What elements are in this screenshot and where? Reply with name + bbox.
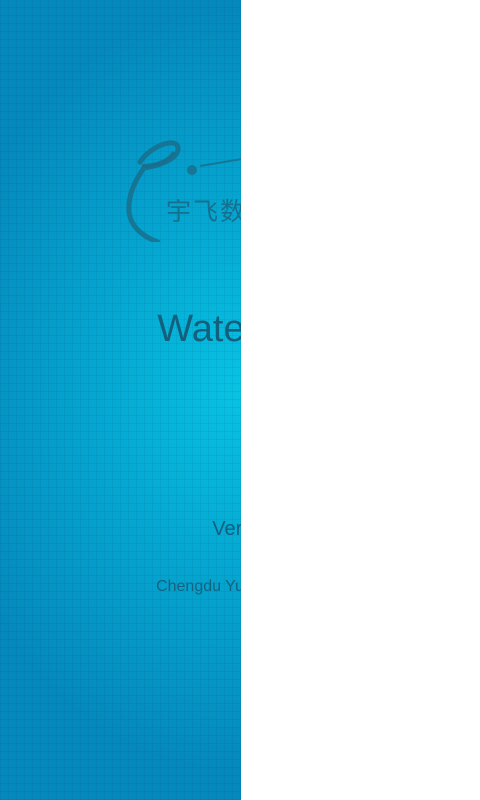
version-label: Versio — [212, 518, 241, 540]
logo-chinese-text: 宇飞数 — [166, 197, 241, 226]
company-name: Chengdu Yufei Informat — [156, 578, 241, 595]
company-logo: 宇飞数 — [118, 130, 241, 245]
splash-screen: 宇飞数 Watermar Versio Chengdu Yufei Inform… — [0, 0, 480, 800]
app-title: Watermar — [157, 308, 241, 350]
splash-panel: 宇飞数 Watermar Versio Chengdu Yufei Inform… — [0, 0, 241, 800]
